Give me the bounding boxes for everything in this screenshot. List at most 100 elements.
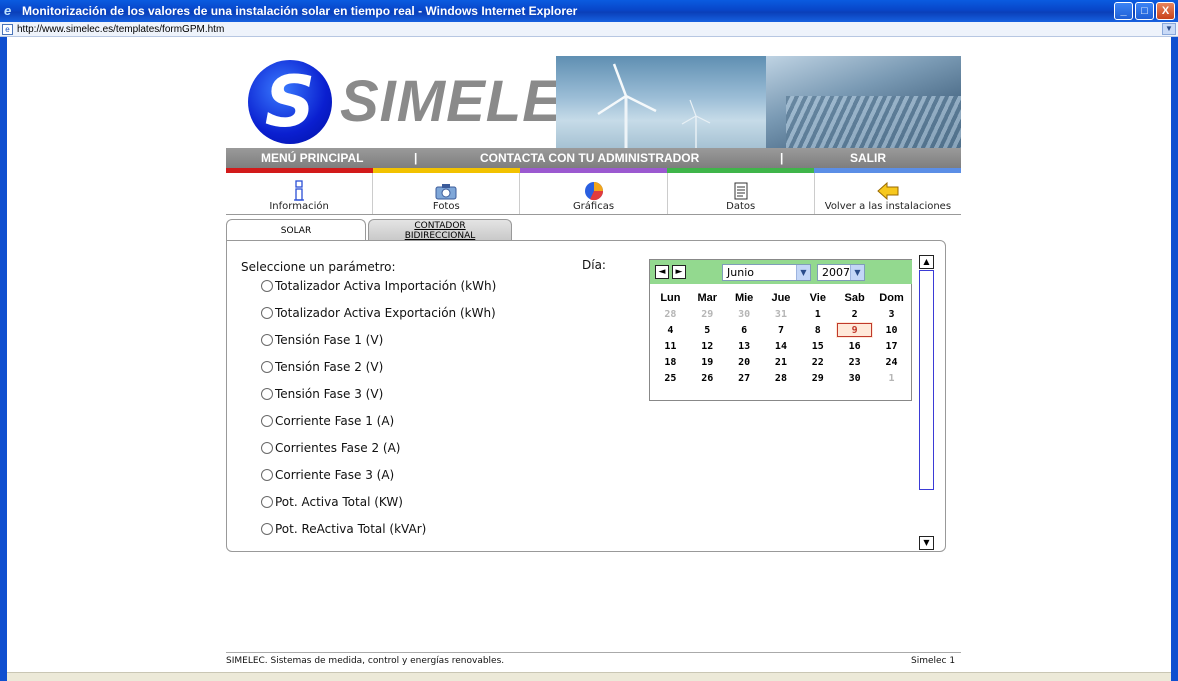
calendar-day[interactable]: 6 [726,322,763,338]
browser-status-bar [7,672,1171,681]
calendar-day[interactable]: 23 [836,354,873,370]
calendar-day[interactable]: 17 [873,338,910,354]
radio-button[interactable] [261,307,273,319]
address-dropdown-icon[interactable]: ▼ [1162,23,1176,35]
weekday-label: Lun [660,292,681,304]
address-url[interactable]: http://www.simelec.es/templates/formGPM.… [17,24,224,35]
calendar-day[interactable]: 4 [652,322,689,338]
radio-button[interactable] [261,280,273,292]
calendar-day[interactable]: 16 [836,338,873,354]
calendar-day[interactable]: 30 [836,370,873,386]
address-bar[interactable]: e http://www.simelec.es/templates/formGP… [0,22,1178,37]
footer-text: SIMELEC. Sistemas de medida, control y e… [226,656,505,666]
toolbar-informacion[interactable]: Información [226,173,374,214]
toolbar-label: Gráficas [572,201,615,212]
param-label: Tensión Fase 2 (V) [275,360,384,374]
ie-logo-icon: e [4,3,12,18]
calendar-day-selected[interactable]: 9 [836,322,874,338]
page-icon: e [2,23,13,35]
toolbar-volver[interactable]: Volver a las instalaciones [815,173,961,214]
calendar-day[interactable]: 2 [836,306,873,322]
back-arrow-icon [815,179,961,203]
menu-salir-link[interactable]: SALIR [850,151,886,165]
month-value: Junio [727,266,754,279]
toolbar-label: Volver a las instalaciones [824,201,952,212]
param-option[interactable]: Corriente Fase 1 (A) [261,414,394,428]
calendar-day[interactable]: 20 [726,354,763,370]
simelec-banner: S SIMELEC [226,56,961,148]
calendar-day[interactable]: 25 [652,370,689,386]
footer-page-label: Simelec 1 [911,656,956,666]
calendar-day[interactable]: 14 [763,338,800,354]
calendar-day[interactable]: 8 [799,322,836,338]
menu-contacta-link[interactable]: CONTACTA CON TU ADMINISTRADOR [480,151,699,165]
radio-button[interactable] [261,496,273,508]
tab-solar[interactable]: SOLAR [226,219,366,241]
radio-button[interactable] [261,334,273,346]
next-month-button[interactable]: ► [672,265,686,279]
week-row: 25 26 27 28 29 30 1 [652,370,910,386]
calendar-day[interactable]: 18 [652,354,689,370]
calendar-day[interactable]: 30 [726,306,763,322]
panel-scrollbar[interactable]: ▲ ▼ [919,255,935,552]
window-left-border [0,37,7,681]
radio-button[interactable] [261,415,273,427]
calendar-day[interactable]: 10 [873,322,910,338]
maximize-button[interactable]: □ [1135,2,1154,20]
param-option[interactable]: Corrientes Fase 2 (A) [261,441,400,455]
calendar-day[interactable]: 3 [873,306,910,322]
week-row: 28 29 30 31 1 2 3 [652,306,910,322]
month-select[interactable]: Junio ▼ [722,264,811,281]
main-menu-bar: MENÚ PRINCIPAL | CONTACTA CON TU ADMINIS… [226,148,961,168]
calendar-day[interactable]: 29 [689,306,726,322]
calendar-day[interactable]: 5 [689,322,726,338]
param-option[interactable]: Corriente Fase 3 (A) [261,468,394,482]
close-button[interactable]: X [1156,2,1175,20]
parameter-panel: Seleccione un parámetro: Día: Totalizado… [226,240,946,552]
menu-principal-link[interactable]: MENÚ PRINCIPAL [261,151,363,165]
calendar-day[interactable]: 1 [799,306,836,322]
calendar-day[interactable]: 24 [873,354,910,370]
calendar-day[interactable]: 27 [726,370,763,386]
tab-contador-bidireccional[interactable]: CONTADOR BIDIRECCIONAL [368,219,512,241]
radio-button[interactable] [261,388,273,400]
calendar-day[interactable]: 11 [652,338,689,354]
calendar-day[interactable]: 28 [763,370,800,386]
calendar-day[interactable]: 1 [873,370,910,386]
calendar-day[interactable]: 15 [799,338,836,354]
calendar-day[interactable]: 28 [652,306,689,322]
calendar-day[interactable]: 13 [726,338,763,354]
radio-button[interactable] [261,523,273,535]
calendar-day[interactable]: 12 [689,338,726,354]
param-option[interactable]: Tensión Fase 3 (V) [261,387,383,401]
prev-month-button[interactable]: ◄ [655,265,669,279]
year-select[interactable]: 2007 ▼ [817,264,865,281]
param-option[interactable]: Pot. ReActiva Total (kVAr) [261,522,426,536]
calendar-day[interactable]: 7 [763,322,800,338]
radio-button[interactable] [261,361,273,373]
calendar-day[interactable]: 31 [763,306,800,322]
calendar-day[interactable]: 22 [799,354,836,370]
calendar-day[interactable]: 21 [763,354,800,370]
toolbar-fotos[interactable]: Fotos [373,173,521,214]
toolbar-graficas[interactable]: Gráficas [520,173,668,214]
param-option[interactable]: Totalizador Activa Exportación (kWh) [261,306,496,320]
param-option[interactable]: Tensión Fase 1 (V) [261,333,383,347]
param-option[interactable]: Totalizador Activa Importación (kWh) [261,279,496,293]
toolbar-datos[interactable]: Datos [668,173,815,214]
weekday-label: Mie [734,292,754,304]
radio-button[interactable] [261,442,273,454]
scroll-up-icon[interactable]: ▲ [919,255,934,269]
window-titlebar: e Monitorización de los valores de una i… [0,0,1178,22]
param-label: Tensión Fase 1 (V) [275,333,384,347]
param-option[interactable]: Tensión Fase 2 (V) [261,360,383,374]
calendar-day[interactable]: 26 [689,370,726,386]
chevron-down-icon: ▼ [850,265,864,280]
scrollbar-track[interactable] [919,270,934,490]
param-option[interactable]: Pot. Activa Total (KW) [261,495,403,509]
calendar-day[interactable]: 19 [689,354,726,370]
radio-button[interactable] [261,469,273,481]
scroll-down-icon[interactable]: ▼ [919,536,934,550]
calendar-day[interactable]: 29 [799,370,836,386]
minimize-button[interactable]: _ [1114,2,1133,20]
